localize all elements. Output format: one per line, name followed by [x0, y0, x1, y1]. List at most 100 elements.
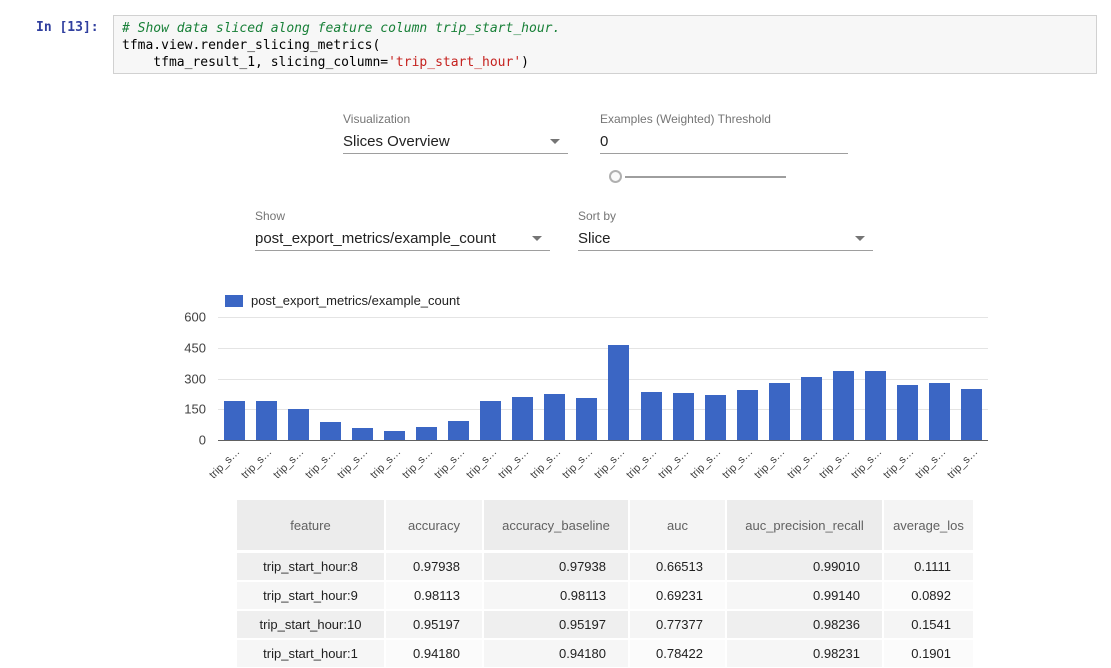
- table-header-cell[interactable]: auc_precision_recall: [727, 500, 884, 550]
- bar[interactable]: [673, 393, 694, 440]
- bar-slot: trip_s…: [603, 317, 635, 440]
- visualization-value: Slices Overview: [343, 133, 450, 150]
- bar[interactable]: [576, 398, 597, 440]
- bar-slot: trip_s…: [795, 317, 827, 440]
- bar-slot: trip_s…: [892, 317, 924, 440]
- metric-cell: 0.98113: [386, 582, 484, 609]
- metric-cell: 0.98113: [484, 582, 630, 609]
- metric-cell: 0.97938: [386, 553, 484, 580]
- feature-cell: trip_start_hour:10: [237, 611, 386, 638]
- threshold-label: Examples (Weighted) Threshold: [600, 112, 771, 126]
- table-header-row: featureaccuracyaccuracy_baselineaucauc_p…: [237, 500, 975, 550]
- chevron-down-icon: [532, 236, 542, 241]
- table-header-cell[interactable]: accuracy: [386, 500, 484, 550]
- x-axis-label: trip_s…: [881, 446, 916, 481]
- sort-by-value: Slice: [578, 230, 611, 247]
- bar-slot: trip_s…: [635, 317, 667, 440]
- feature-cell: trip_start_hour:9: [237, 582, 386, 609]
- code-line: tfma.view.render_slicing_metrics(: [122, 38, 380, 53]
- sort-by-dropdown[interactable]: Slice: [578, 227, 873, 251]
- bar-slot: trip_s…: [314, 317, 346, 440]
- bar[interactable]: [865, 371, 886, 440]
- table-row[interactable]: trip_start_hour:10.941800.941800.784220.…: [237, 640, 975, 668]
- chart-bars: trip_s…trip_s…trip_s…trip_s…trip_s…trip_…: [218, 317, 988, 440]
- table-header-cell[interactable]: auc: [630, 500, 727, 550]
- x-axis-label: trip_s…: [207, 446, 242, 481]
- bar-slot: trip_s…: [378, 317, 410, 440]
- x-axis-label: trip_s…: [560, 446, 595, 481]
- y-axis-tick: 450: [154, 340, 206, 355]
- bar-slot: trip_s…: [924, 317, 956, 440]
- bar[interactable]: [833, 371, 854, 440]
- bar[interactable]: [352, 428, 373, 440]
- threshold-slider[interactable]: [609, 170, 789, 184]
- bar[interactable]: [608, 345, 629, 440]
- bar-slot: trip_s…: [763, 317, 795, 440]
- bar[interactable]: [641, 392, 662, 440]
- bar[interactable]: [737, 390, 758, 440]
- table-header-cell[interactable]: accuracy_baseline: [484, 500, 630, 550]
- slider-knob[interactable]: [609, 170, 622, 183]
- table-header-cell[interactable]: average_los: [884, 500, 975, 550]
- metric-cell: 0.1541: [884, 611, 975, 638]
- bar-slot: trip_s…: [443, 317, 475, 440]
- bar[interactable]: [961, 389, 982, 440]
- code-comment: # Show data sliced along feature column …: [122, 21, 560, 36]
- bar[interactable]: [705, 395, 726, 440]
- x-axis-label: trip_s…: [913, 446, 948, 481]
- bar[interactable]: [224, 401, 245, 440]
- x-axis-label: trip_s…: [592, 446, 627, 481]
- metric-cell: 0.69231: [630, 582, 727, 609]
- slider-track: [625, 176, 786, 178]
- bar[interactable]: [897, 385, 918, 440]
- x-axis-label: trip_s…: [239, 446, 274, 481]
- bar-slot: trip_s…: [218, 317, 250, 440]
- bar-slot: trip_s…: [346, 317, 378, 440]
- show-metric-value: post_export_metrics/example_count: [255, 230, 496, 247]
- metric-cell: 0.66513: [630, 553, 727, 580]
- x-axis-label: trip_s…: [464, 446, 499, 481]
- code-cell: # Show data sliced along feature column …: [113, 15, 1097, 74]
- x-axis-label: trip_s…: [945, 446, 980, 481]
- y-axis-tick: 150: [154, 402, 206, 417]
- bar-slot: trip_s…: [539, 317, 571, 440]
- bar[interactable]: [384, 431, 405, 440]
- bar[interactable]: [288, 409, 309, 440]
- bar[interactable]: [512, 397, 533, 440]
- code-editor[interactable]: # Show data sliced along feature column …: [122, 20, 560, 71]
- bar-slot: trip_s…: [250, 317, 282, 440]
- bar-slot: trip_s…: [667, 317, 699, 440]
- feature-cell: trip_start_hour:8: [237, 553, 386, 580]
- bar[interactable]: [320, 422, 341, 440]
- visualization-dropdown[interactable]: Slices Overview: [343, 130, 568, 154]
- legend-swatch: [225, 295, 243, 307]
- y-axis-tick: 0: [154, 433, 206, 448]
- table-header-cell[interactable]: feature: [237, 500, 386, 550]
- bar[interactable]: [416, 427, 437, 440]
- bar-slot: trip_s…: [507, 317, 539, 440]
- table-row[interactable]: trip_start_hour:90.981130.981130.692310.…: [237, 582, 975, 611]
- threshold-value: 0: [600, 133, 608, 150]
- bar[interactable]: [801, 377, 822, 440]
- x-axis-label: trip_s…: [303, 446, 338, 481]
- chevron-down-icon: [855, 236, 865, 241]
- bar[interactable]: [480, 401, 501, 440]
- bar-slot: trip_s…: [827, 317, 859, 440]
- bar[interactable]: [929, 383, 950, 440]
- metric-cell: 0.78422: [630, 640, 727, 667]
- bar-slot: trip_s…: [410, 317, 442, 440]
- bar-slot: trip_s…: [860, 317, 892, 440]
- code-string: 'trip_start_hour': [388, 55, 521, 70]
- bar[interactable]: [544, 394, 565, 440]
- show-metric-dropdown[interactable]: post_export_metrics/example_count: [255, 227, 550, 251]
- bar[interactable]: [769, 383, 790, 440]
- bar-slot: trip_s…: [282, 317, 314, 440]
- bar[interactable]: [448, 421, 469, 440]
- x-axis-label: trip_s…: [785, 446, 820, 481]
- x-axis-label: trip_s…: [656, 446, 691, 481]
- bar[interactable]: [256, 401, 277, 440]
- table-row[interactable]: trip_start_hour:80.979380.979380.665130.…: [237, 553, 975, 582]
- metric-cell: 0.97938: [484, 553, 630, 580]
- table-row[interactable]: trip_start_hour:100.951970.951970.773770…: [237, 611, 975, 640]
- threshold-input[interactable]: 0: [600, 130, 848, 154]
